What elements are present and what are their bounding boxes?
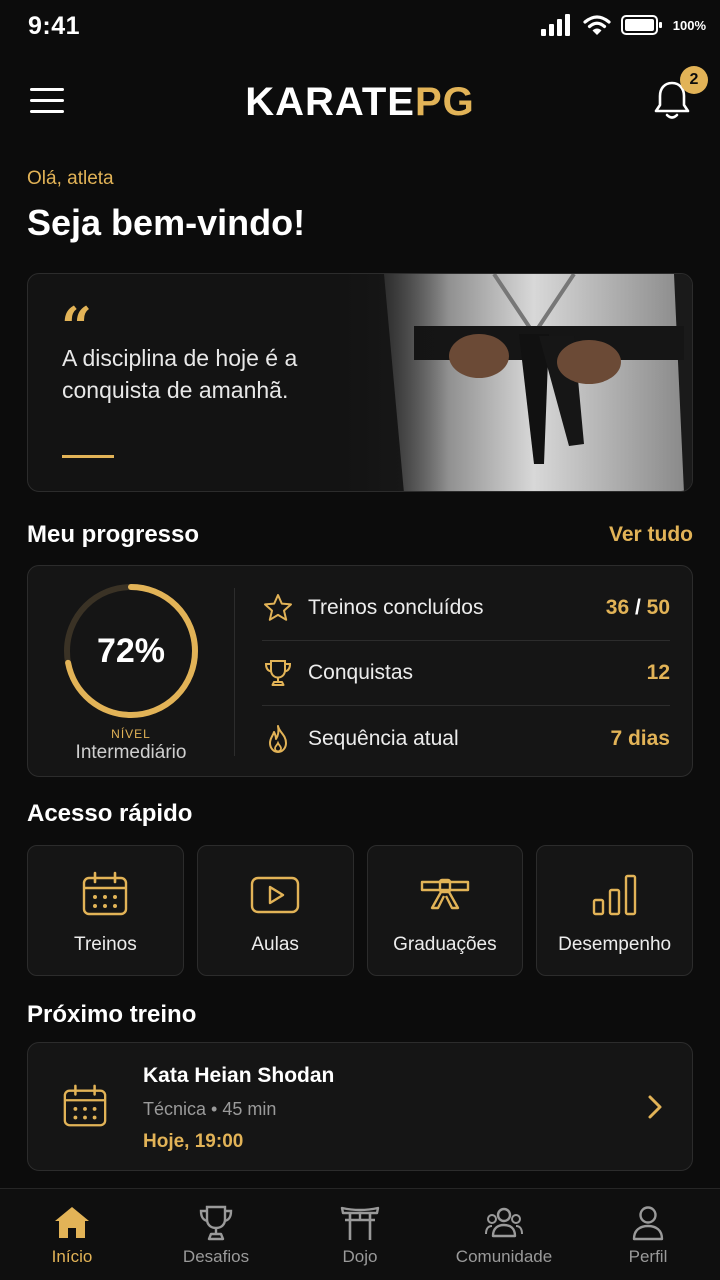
belt-icon [420,878,470,910]
play-icon [250,876,300,914]
stat-row-trainings: Treinos concluídos 36 / 50 [262,576,670,641]
logo-text-white: KARATE [245,80,415,124]
progress-percent: 72% [96,632,166,670]
nav-label: Dojo [342,1247,378,1266]
cellular-signal-icon [540,14,570,36]
stat-row-streak: Sequência atual 7 dias [262,706,670,771]
status-icons: 100% [540,14,706,36]
app-logo: KARATEPG [0,80,720,125]
stat-value-separator: / [629,596,647,619]
quick-tile-label: Treinos [74,934,137,955]
progress-section-title: Meu progresso [27,521,200,548]
quick-tile-lessons[interactable]: Aulas [196,845,354,976]
chevron-right-icon [648,1095,662,1119]
trophy-icon [199,1205,233,1241]
stat-label: Sequência atual [308,726,459,750]
nav-item-challenges[interactable]: Desafios [144,1189,288,1280]
battery-percent: 100% [672,17,706,33]
quick-access-grid: Treinos Aulas Graduações Desempenho [27,845,693,976]
nav-item-dojo[interactable]: Dojo [288,1189,432,1280]
see-all-link[interactable]: Ver tudo [609,523,693,547]
nav-item-community[interactable]: Comunidade [432,1189,576,1280]
bottom-navigation: Início Desafios Dojo Comunidade Perfil [0,1188,720,1280]
quick-tile-trainings[interactable]: Treinos [27,845,184,976]
quick-tile-performance[interactable]: Desempenho [536,845,693,976]
training-name: Kata Heian Shodan [143,1064,335,1087]
progress-card: 72% NÍVEL Intermediário Treinos concluíd… [27,565,693,777]
quote-text: A disciplina de hoje é a conquista de am… [62,345,298,403]
status-time: 9:41 [28,12,81,40]
calendar-icon [83,871,128,916]
torii-icon [340,1206,380,1240]
training-meta: Técnica • 45 min [143,1099,277,1119]
next-training-card[interactable]: Kata Heian Shodan Técnica • 45 min Hoje,… [27,1042,693,1171]
flame-icon [269,724,287,753]
app-header: KARATEPG [0,62,720,142]
star-icon [264,594,292,621]
greeting-title: Seja bem-vindo! [27,202,306,243]
notification-badge: 2 [680,66,708,94]
stat-row-achievements: Conquistas 12 [262,641,670,706]
progress-divider [234,588,235,756]
stat-value: 12 [646,661,670,684]
quick-tile-label: Desempenho [558,934,672,955]
profile-icon [632,1206,664,1241]
nav-label: Desafios [182,1247,250,1266]
nav-label: Perfil [628,1247,668,1266]
quick-tile-label: Aulas [251,934,299,955]
level-value: Intermediário [75,742,187,763]
nav-label: Início [51,1247,93,1266]
home-icon [55,1207,89,1238]
nav-item-profile[interactable]: Perfil [576,1189,720,1280]
logo-text-gold: PG [414,80,475,124]
level-label: NÍVEL [111,727,151,741]
community-icon [485,1207,523,1238]
stat-value: 7 dias [610,726,670,750]
next-training-title: Próximo treino [27,1001,197,1028]
calendar-icon [63,1084,107,1127]
quote-card: “ A disciplina de hoje é a conquista de … [27,273,693,492]
quick-access-title: Acesso rápido [27,800,193,827]
progress-stats: Treinos concluídos 36 / 50 Conquistas 12… [262,576,670,771]
bar-chart-icon [592,874,636,916]
stat-value: 36 / 50 [606,596,670,620]
greeting-subtitle: Olá, atleta [27,168,114,189]
quote-underline [62,455,114,458]
stat-label: Treinos concluídos [308,596,484,619]
status-bar: 9:41 100% [0,0,720,56]
wifi-icon [583,15,611,35]
stat-value-total: 50 [646,596,670,619]
trophy-icon [264,660,292,686]
quick-tile-graduations[interactable]: Graduações [366,845,524,976]
nav-item-home[interactable]: Início [0,1189,144,1280]
quick-tile-label: Graduações [393,934,497,955]
nav-label: Comunidade [455,1247,553,1266]
stat-label: Conquistas [308,661,414,684]
karate-belt-image [344,274,692,491]
training-time: Hoje, 19:00 [143,1131,244,1152]
battery-icon [620,15,662,35]
stat-value-done: 36 [605,596,630,619]
